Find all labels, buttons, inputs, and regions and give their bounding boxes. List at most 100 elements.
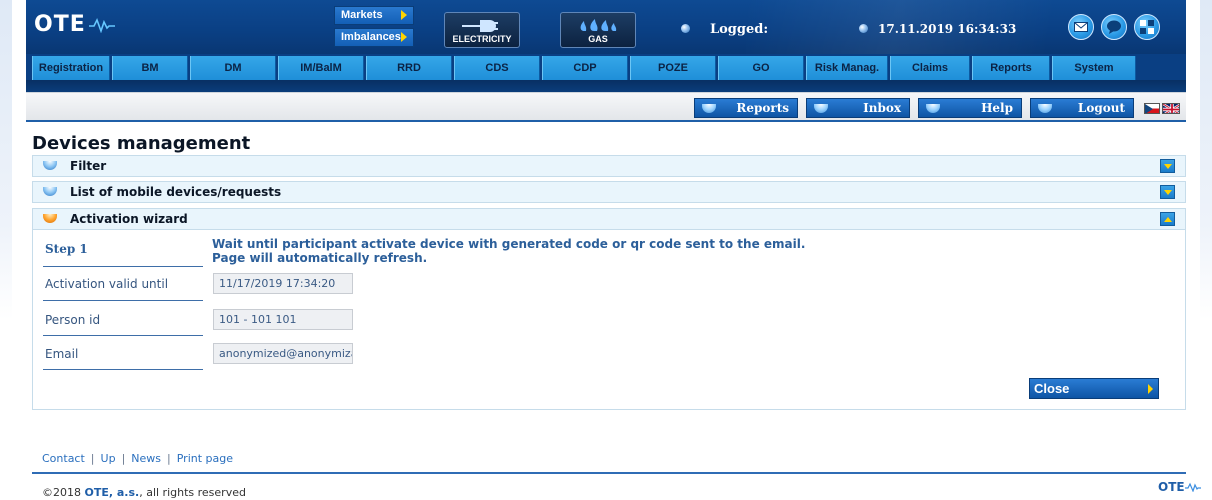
- clock-dot-icon: [859, 24, 868, 33]
- nav-item-claims[interactable]: Claims: [890, 56, 970, 80]
- bullet-icon: [1038, 104, 1052, 113]
- email-field[interactable]: anonymized@anonymization: [213, 343, 353, 364]
- nav-item-im-balm[interactable]: IM/BalM: [278, 56, 364, 80]
- nav-item-risk-manag[interactable]: Risk Manag.: [806, 56, 888, 80]
- bullet-icon: [43, 187, 57, 196]
- footer-logo: OTE: [1158, 480, 1201, 494]
- nav-item-cdp[interactable]: CDP: [542, 56, 628, 80]
- activation-wizard-body: Step 1 Wait until participant activate d…: [32, 230, 1186, 410]
- pulse-icon: [88, 17, 115, 33]
- chat-icon: [1107, 20, 1121, 34]
- top-header: OTE Markets Imbalances ELECTRICITY GAS L…: [26, 0, 1186, 54]
- right-page-glow: [1200, 0, 1212, 320]
- expand-icon[interactable]: [1160, 185, 1175, 199]
- activation-valid-until-label: Activation valid until: [45, 277, 169, 291]
- copyright-prefix: ©2018: [42, 486, 85, 499]
- arrow-right-icon: [401, 32, 407, 42]
- chat-button[interactable]: [1101, 14, 1127, 40]
- email-label: Email: [45, 347, 79, 361]
- person-id-label: Person id: [45, 313, 101, 327]
- datetime-display: 17.11.2019 16:34:33: [878, 22, 1017, 36]
- user-toolbar: Reports Inbox Help Logout: [26, 92, 1186, 122]
- bullet-icon: [814, 104, 828, 113]
- nav-item-dm[interactable]: DM: [190, 56, 276, 80]
- pulse-icon: [1184, 482, 1201, 492]
- main-nav: Registration BM DM IM/BalM RRD CDS CDP P…: [26, 54, 1186, 80]
- devices-list-panel-header[interactable]: List of mobile devices/requests: [32, 181, 1186, 203]
- nav-item-cds[interactable]: CDS: [454, 56, 540, 80]
- filter-panel-header[interactable]: Filter: [32, 155, 1186, 177]
- status-dot-icon: [681, 24, 690, 33]
- logout-button[interactable]: Logout: [1030, 98, 1134, 118]
- bullet-icon: [926, 104, 940, 113]
- close-label: Close: [1034, 381, 1070, 396]
- footer-separator: |: [121, 452, 126, 465]
- czech-flag-icon[interactable]: [1144, 103, 1160, 114]
- imbalances-label: Imbalances: [341, 31, 401, 43]
- footer-link-news[interactable]: News: [131, 452, 161, 465]
- nav-item-bm[interactable]: BM: [112, 56, 188, 80]
- mail-icon: [1074, 22, 1088, 32]
- person-id-field[interactable]: 101 - 101 101: [213, 309, 353, 330]
- puzzle-icon: [1140, 20, 1154, 34]
- arrow-right-icon: [1148, 384, 1153, 394]
- footer-separator: |: [90, 452, 95, 465]
- gas-label: GAS: [588, 34, 608, 44]
- mail-button[interactable]: [1068, 14, 1094, 40]
- inbox-label: Inbox: [863, 101, 901, 115]
- plug-icon: [462, 20, 498, 32]
- copyright-company: OTE, a.s.: [84, 486, 140, 499]
- left-page-glow: [0, 0, 12, 320]
- close-button[interactable]: Close: [1029, 378, 1159, 399]
- nav-underbar: [26, 80, 1186, 92]
- imbalances-button[interactable]: Imbalances: [334, 28, 414, 47]
- field-divider: [43, 300, 203, 301]
- uk-flag-icon[interactable]: [1162, 103, 1180, 114]
- electricity-button[interactable]: ELECTRICITY: [444, 12, 520, 48]
- logout-label: Logout: [1077, 101, 1125, 115]
- nav-item-poze[interactable]: POZE: [630, 56, 716, 80]
- bullet-icon: [702, 104, 716, 113]
- bullet-active-icon: [43, 214, 57, 223]
- inbox-button[interactable]: Inbox: [806, 98, 910, 118]
- field-divider: [43, 266, 203, 267]
- field-divider: [43, 369, 203, 370]
- nav-item-reports[interactable]: Reports: [972, 56, 1050, 80]
- devices-list-panel-title: List of mobile devices/requests: [70, 185, 282, 199]
- activation-wizard-panel-title: Activation wizard: [70, 212, 188, 226]
- field-divider: [43, 335, 203, 336]
- gas-button[interactable]: GAS: [560, 12, 636, 48]
- footer-link-contact[interactable]: Contact: [42, 452, 85, 465]
- puzzle-button[interactable]: [1134, 14, 1160, 40]
- logged-label: Logged:: [710, 22, 769, 37]
- reports-button[interactable]: Reports: [694, 98, 798, 118]
- ote-logo[interactable]: OTE: [34, 12, 115, 37]
- electricity-label: ELECTRICITY: [452, 34, 512, 44]
- arrow-right-icon: [401, 10, 407, 20]
- nav-item-go[interactable]: GO: [718, 56, 804, 80]
- step-label: Step 1: [45, 242, 88, 256]
- footer-link-print-page[interactable]: Print page: [177, 452, 233, 465]
- filter-panel-title: Filter: [70, 159, 107, 173]
- activation-valid-until-field[interactable]: 11/17/2019 17:34:20: [213, 273, 353, 294]
- nav-item-registration[interactable]: Registration: [32, 56, 110, 80]
- collapse-icon[interactable]: [1160, 212, 1175, 226]
- expand-icon[interactable]: [1160, 159, 1175, 173]
- reports-label: Reports: [736, 101, 789, 115]
- copyright-suffix: , all rights reserved: [139, 486, 246, 499]
- nav-item-rrd[interactable]: RRD: [366, 56, 452, 80]
- page-title: Devices management: [32, 133, 251, 154]
- logo-text: OTE: [34, 12, 86, 37]
- help-button[interactable]: Help: [918, 98, 1022, 118]
- step-message: Wait until participant activate device w…: [212, 237, 806, 265]
- uk-flag-svg: [1163, 104, 1179, 113]
- flame-icon: [580, 19, 617, 31]
- markets-label: Markets: [341, 9, 383, 21]
- help-label: Help: [981, 101, 1013, 115]
- nav-item-system[interactable]: System: [1052, 56, 1136, 80]
- activation-wizard-panel-header[interactable]: Activation wizard: [32, 208, 1186, 230]
- footer-separator: |: [167, 452, 171, 465]
- footer-link-up[interactable]: Up: [101, 452, 116, 465]
- markets-button[interactable]: Markets: [334, 6, 414, 25]
- footer-links: Contact | Up | News | Print page: [42, 452, 233, 465]
